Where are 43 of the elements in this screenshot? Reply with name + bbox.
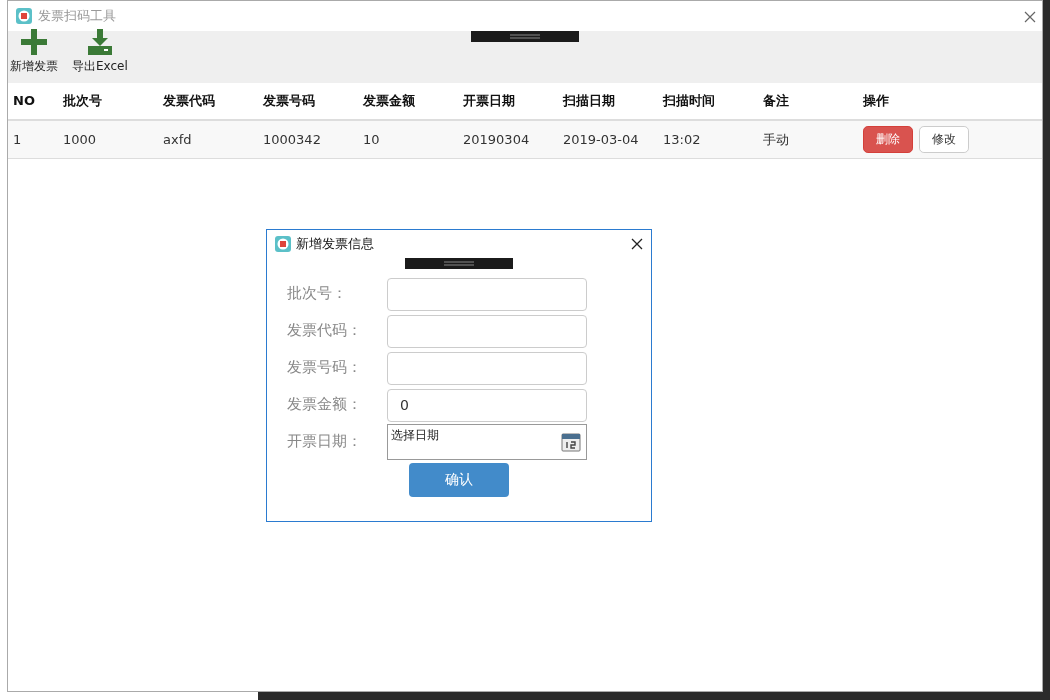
table-cell-text: axfd <box>163 130 193 149</box>
dialog-title: 新增发票信息 <box>296 234 374 253</box>
column-header: 发票号码 <box>263 92 316 111</box>
export-button[interactable]: 导出Excel <box>72 29 128 75</box>
edit-button[interactable]: 修改 <box>919 126 969 153</box>
input-field[interactable] <box>387 314 587 348</box>
add-button[interactable]: 新增发票 <box>10 29 58 75</box>
plus-icon <box>21 29 47 55</box>
input-field[interactable] <box>387 351 587 385</box>
field-label: 批次号： <box>287 284 348 304</box>
column-header: 批次号 <box>63 92 103 111</box>
column-header: 操作 <box>863 92 890 111</box>
field-label: 发票号码： <box>287 358 363 378</box>
table-cell-text: 2019-03-04 <box>563 130 640 149</box>
date-field[interactable]: 选择日期 <box>387 424 587 460</box>
window-title: 发票扫码工具 <box>38 7 116 26</box>
table-cell-text: 手动 <box>763 130 790 149</box>
table-cell-text: 10 <box>363 130 381 149</box>
table-cell-text: 1 <box>13 130 23 149</box>
confirm-button[interactable]: 确认 <box>409 462 509 497</box>
field-label: 发票金额： <box>287 395 363 415</box>
input-field[interactable]: 0 <box>387 388 587 422</box>
drag-handle[interactable] <box>471 31 579 42</box>
column-header: 发票代码 <box>163 92 216 111</box>
app-icon <box>275 236 291 252</box>
column-header: 扫描日期 <box>563 92 616 111</box>
download-icon <box>87 29 112 55</box>
delete-button[interactable]: 删除 <box>863 126 913 153</box>
calendar-icon[interactable] <box>561 432 581 452</box>
app-icon <box>16 8 32 24</box>
column-header: 开票日期 <box>463 92 516 111</box>
column-header: 备注 <box>763 92 790 111</box>
table-cell-text: 1000342 <box>263 130 322 149</box>
table-cell-text: 13:02 <box>663 130 702 149</box>
table-cell-text: 20190304 <box>463 130 531 149</box>
input-field[interactable] <box>387 277 587 311</box>
column-header: 扫描时间 <box>663 92 716 111</box>
field-label: 开票日期： <box>287 432 363 452</box>
table-cell-text: 1000 <box>63 130 98 149</box>
column-header: NO <box>13 92 36 111</box>
field-label: 发票代码： <box>287 321 363 341</box>
column-header: 发票金额 <box>363 92 416 111</box>
drag-handle[interactable] <box>405 258 513 269</box>
